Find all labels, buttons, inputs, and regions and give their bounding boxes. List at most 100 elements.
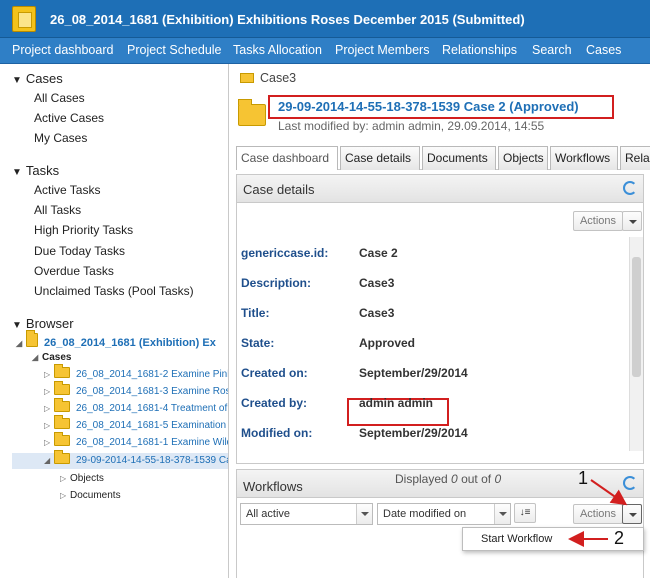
workflow-filter-value: All active: [246, 508, 291, 520]
tree-case-node[interactable]: ▷ 26_08_2014_1681-2 Examine Pink (: [44, 364, 229, 383]
tree-case-label: 26_08_2014_1681-4 Treatment of W: [76, 403, 229, 414]
cases-section-heading[interactable]: ▼ Cases: [12, 71, 63, 86]
field-value: Case3: [359, 276, 395, 290]
tree-case-node[interactable]: ▷ 26_08_2014_1681-3 Examine Roses: [44, 381, 228, 400]
nav-my-cases[interactable]: My Cases: [34, 131, 87, 145]
chevron-down-icon: [356, 504, 372, 524]
tree-expanded-icon: ◢: [16, 339, 23, 348]
tree-collapsed-icon: ▷: [60, 474, 67, 483]
tree-case-node[interactable]: ▷ 26_08_2014_1681-1 Examine Wild (: [44, 432, 229, 451]
menu-search[interactable]: Search: [532, 43, 572, 57]
project-icon: [12, 6, 36, 32]
nav-overdue-tasks[interactable]: Overdue Tasks: [34, 264, 114, 278]
tree-collapsed-icon: ▷: [44, 404, 51, 413]
field-label: genericcase.id:: [241, 246, 329, 260]
field-value: Case 2: [359, 246, 398, 260]
nav-all-tasks[interactable]: All Tasks: [34, 203, 81, 217]
menu-tasks-allocation[interactable]: Tasks Allocation: [233, 43, 322, 57]
folder-icon: [240, 73, 254, 83]
tab-workflows[interactable]: Workflows: [550, 146, 618, 170]
case-details-panel: Case details Actions genericcase.id: Cas…: [236, 174, 644, 464]
annotation-marker-2: 2: [614, 528, 625, 548]
tree-expanded-icon: ◢: [44, 456, 51, 465]
tree-cases-label: Cases: [42, 352, 72, 363]
browser-section-heading[interactable]: ▼ Browser: [12, 316, 74, 331]
field-value: Approved: [359, 336, 416, 350]
field-label: State:: [241, 336, 275, 350]
main-menu: Project dashboard Project Schedule Tasks…: [0, 38, 650, 64]
scrollbar-thumb[interactable]: [632, 257, 641, 377]
breadcrumb: Case3: [240, 71, 296, 85]
tab-relationships[interactable]: Rela: [620, 146, 650, 170]
workflows-count-prefix: Displayed: [395, 472, 448, 486]
case-details-actions-button[interactable]: Actions: [573, 211, 623, 231]
field-label: Title:: [241, 306, 270, 320]
tab-documents[interactable]: Documents: [422, 146, 496, 170]
workflows-count: Displayed 0 out of 0: [395, 472, 501, 486]
annotation-marker-1: 1: [578, 468, 589, 488]
menu-project-members[interactable]: Project Members: [335, 43, 429, 57]
case-details-actions-dropdown[interactable]: [622, 211, 642, 231]
tree-root-label: 26_08_2014_1681 (Exhibition) Ex: [44, 337, 216, 349]
workflows-count-mid: out of: [461, 472, 492, 486]
menu-project-dashboard[interactable]: Project dashboard: [12, 43, 113, 57]
tree-root-project[interactable]: ◢ 26_08_2014_1681 (Exhibition) Ex: [16, 330, 216, 349]
cases-heading-label: Cases: [25, 71, 63, 86]
menu-start-workflow[interactable]: Start Workflow: [481, 533, 552, 545]
nav-unclaimed-tasks[interactable]: Unclaimed Tasks (Pool Tasks): [34, 284, 194, 298]
nav-high-priority-tasks[interactable]: High Priority Tasks: [34, 223, 133, 237]
refresh-icon[interactable]: [623, 181, 637, 195]
field-label: Created on:: [241, 366, 308, 380]
field-value: Case3: [359, 306, 395, 320]
menu-relationships[interactable]: Relationships: [442, 43, 517, 57]
chevron-down-icon: [494, 504, 510, 524]
tree-collapsed-icon: ▷: [44, 370, 51, 379]
tree-selected-case-node[interactable]: ◢ 29-09-2014-14-55-18-378-1539 Cas: [12, 450, 229, 469]
details-scrollbar[interactable]: [629, 237, 643, 451]
tree-collapsed-icon: ▷: [44, 438, 51, 447]
tree-case-node[interactable]: ▷ 26_08_2014_1681-4 Treatment of W: [44, 398, 229, 417]
folder-icon: [54, 450, 70, 464]
workflow-sort-select[interactable]: Date modified on: [377, 503, 511, 525]
tasks-section-heading[interactable]: ▼ Tasks: [12, 163, 59, 178]
field-label: Created by:: [241, 396, 308, 410]
tree-selected-case-label: 29-09-2014-14-55-18-378-1539 Cas: [76, 455, 229, 466]
tree-objects-node[interactable]: ▷ Objects: [60, 471, 104, 487]
field-value: September/29/2014: [359, 366, 468, 380]
workflow-filter-select[interactable]: All active: [240, 503, 373, 525]
folder-icon: [54, 432, 70, 446]
tree-expanded-icon: ◢: [32, 353, 39, 362]
tab-objects[interactable]: Objects: [498, 146, 548, 170]
sort-direction-button[interactable]: ↓≡: [514, 503, 536, 523]
tree-case-label: 26_08_2014_1681-1 Examine Wild (: [76, 437, 229, 448]
tab-case-details[interactable]: Case details: [340, 146, 420, 170]
folder-icon: [54, 364, 70, 378]
tree-collapsed-icon: ▷: [44, 387, 51, 396]
case-title[interactable]: 29-09-2014-14-55-18-378-1539 Case 2 (App…: [278, 99, 579, 114]
collapse-triangle-icon: ▼: [12, 75, 22, 86]
nav-all-cases[interactable]: All Cases: [34, 91, 85, 105]
nav-active-tasks[interactable]: Active Tasks: [34, 183, 100, 197]
tree-documents-label: Documents: [70, 490, 121, 501]
nav-due-today-tasks[interactable]: Due Today Tasks: [34, 244, 125, 258]
workflows-actions-dropdown[interactable]: [622, 504, 642, 524]
case-tabs: Case dashboard Case details Documents Ob…: [236, 146, 650, 170]
nav-active-cases[interactable]: Active Cases: [34, 111, 104, 125]
refresh-icon[interactable]: [623, 476, 637, 490]
tree-documents-node[interactable]: ▷ Documents: [60, 488, 121, 504]
left-navigation-panel: ▼ Cases All Cases Active Cases My Cases ▼…: [0, 64, 229, 578]
tree-cases-node[interactable]: ◢ Cases: [32, 350, 71, 366]
folder-icon: [54, 381, 70, 395]
field-value: admin admin: [359, 396, 434, 410]
browser-heading-label: Browser: [25, 316, 74, 331]
tab-case-dashboard[interactable]: Case dashboard: [236, 146, 338, 170]
breadcrumb-label[interactable]: Case3: [260, 71, 296, 85]
menu-cases[interactable]: Cases: [586, 43, 621, 57]
tree-case-node[interactable]: ▷ 26_08_2014_1681-5 Examination of: [44, 415, 228, 434]
case-folder-icon: [238, 99, 266, 126]
tree-case-label: 26_08_2014_1681-2 Examine Pink (: [76, 369, 229, 380]
workflows-actions-button[interactable]: Actions: [573, 504, 623, 524]
folder-icon: [54, 398, 70, 412]
workflows-count-total: 0: [494, 472, 502, 486]
menu-project-schedule[interactable]: Project Schedule: [127, 43, 222, 57]
